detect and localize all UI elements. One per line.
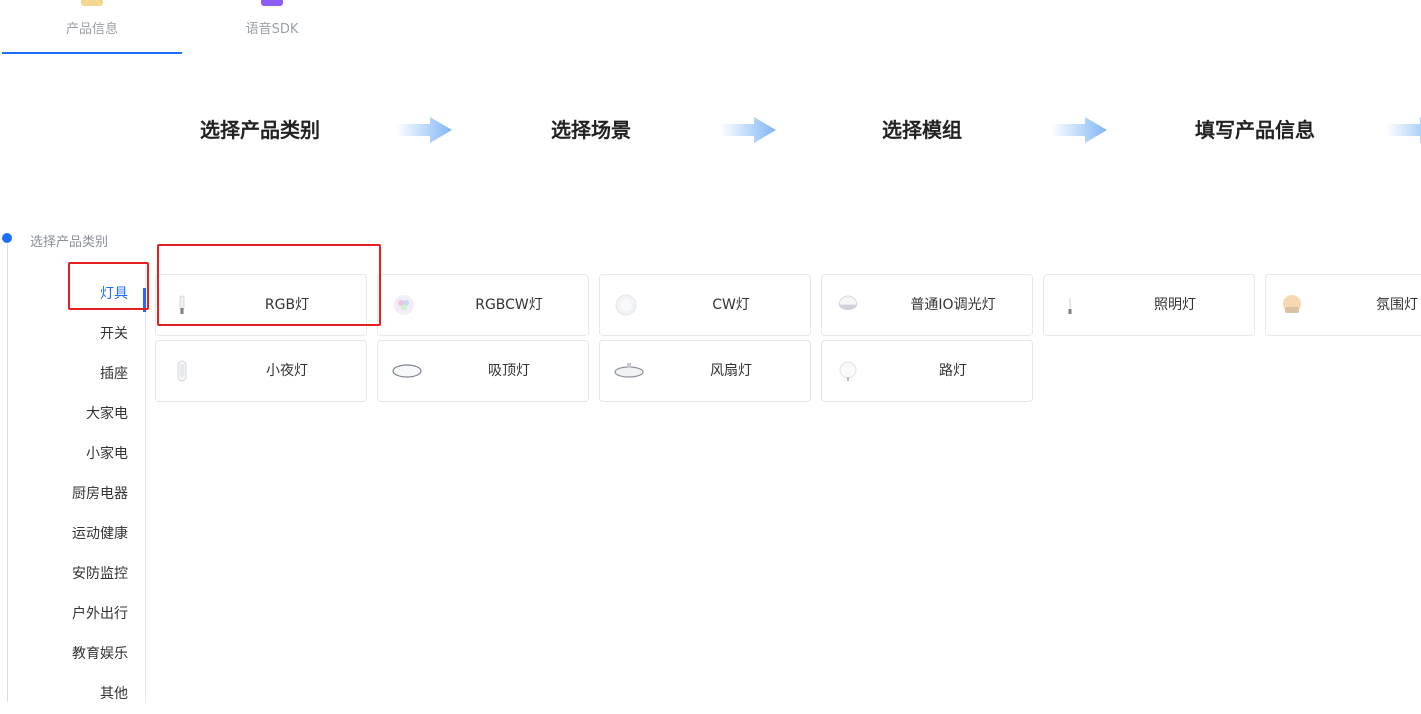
product-card-label: RGBCW灯 — [475, 297, 543, 313]
product-card-label: 氛围灯 — [1376, 297, 1418, 313]
step-arrow-icon — [720, 117, 776, 143]
nav-item-other[interactable]: 其他 — [40, 674, 128, 714]
product-card-label: 路灯 — [939, 363, 967, 379]
step-dot-icon — [2, 233, 12, 243]
step-select-scene: 选择场景 — [551, 118, 631, 142]
product-card-night-light[interactable]: 小夜灯 — [155, 340, 367, 402]
product-card-rgbcw[interactable]: RGBCW灯 — [377, 274, 589, 336]
nav-item-kitchen[interactable]: 厨房电器 — [40, 474, 128, 514]
product-card-label: 小夜灯 — [266, 363, 308, 379]
product-card-ambient[interactable]: 氛围灯 — [1265, 274, 1421, 336]
nav-timeline-line — [7, 244, 8, 702]
nav-item-switch[interactable]: 开关 — [40, 314, 128, 354]
product-card-fan-light[interactable]: 风扇灯 — [599, 340, 811, 402]
product-card-io-dimmer[interactable]: 普通IO调光灯 — [821, 274, 1033, 336]
ambient-lamp-icon — [1283, 295, 1301, 313]
nav-item-sports-health[interactable]: 运动健康 — [40, 514, 128, 554]
product-card-rgb[interactable]: RGB灯 — [155, 274, 367, 336]
step-arrow-icon — [396, 117, 452, 143]
tab-voice-sdk[interactable]: 语音SDK — [182, 0, 362, 52]
nav-divider — [145, 265, 146, 702]
step-select-module: 选择模组 — [882, 118, 962, 142]
tab-product-info-label: 产品信息 — [65, 22, 118, 37]
top-tab-bar: 产品信息 语音SDK — [0, 0, 1421, 56]
product-card-lighting[interactable]: 照明灯 — [1043, 274, 1255, 336]
category-nav: 灯具 开关 插座 大家电 小家电 厨房电器 运动健康 安防监控 户外出行 教育娱… — [40, 274, 128, 714]
nav-item-socket[interactable]: 插座 — [40, 354, 128, 394]
cw-bulb-icon — [615, 294, 637, 316]
fan-light-icon — [614, 363, 644, 378]
box-icon — [81, 0, 103, 6]
step-fill-product-info: 填写产品信息 — [1195, 118, 1315, 142]
step-arrow-icon — [1386, 117, 1421, 143]
step-select-category: 选择产品类别 — [200, 118, 320, 142]
product-card-label: 吸顶灯 — [488, 363, 530, 379]
step-arrow-icon — [1051, 117, 1107, 143]
ceiling-bulb-icon — [838, 295, 858, 310]
step-progress-bar: 选择产品类别 选择场景 选择模组 填写产品信息 — [0, 105, 1421, 155]
nav-item-lighting[interactable]: 灯具 — [40, 274, 128, 314]
lamp-icon — [1068, 298, 1072, 314]
street-light-icon — [839, 361, 857, 381]
night-light-icon — [177, 360, 187, 382]
ceiling-light-icon — [392, 364, 422, 378]
product-card-street-light[interactable]: 路灯 — [821, 340, 1033, 402]
product-card-cw[interactable]: CW灯 — [599, 274, 811, 336]
nav-item-outdoor[interactable]: 户外出行 — [40, 594, 128, 634]
nav-item-education[interactable]: 教育娱乐 — [40, 634, 128, 674]
rgb-bulb-icon — [394, 295, 414, 315]
nav-active-indicator — [143, 288, 146, 312]
bulb-icon — [179, 295, 185, 314]
product-card-ceiling-light[interactable]: 吸顶灯 — [377, 340, 589, 402]
nav-item-security[interactable]: 安防监控 — [40, 554, 128, 594]
tab-product-info[interactable]: 产品信息 — [2, 0, 182, 54]
sdk-cube-icon — [261, 0, 283, 6]
product-card-label: 照明灯 — [1154, 297, 1196, 313]
product-card-label: RGB灯 — [264, 297, 310, 313]
category-nav-title: 选择产品类别 — [30, 235, 109, 250]
product-card-label: 风扇灯 — [710, 363, 752, 379]
product-card-label: 普通IO调光灯 — [910, 297, 996, 313]
nav-item-large-appliance[interactable]: 大家电 — [40, 394, 128, 434]
product-card-label: CW灯 — [712, 297, 750, 313]
tab-voice-sdk-label: 语音SDK — [245, 22, 299, 37]
nav-item-small-appliance[interactable]: 小家电 — [40, 434, 128, 474]
